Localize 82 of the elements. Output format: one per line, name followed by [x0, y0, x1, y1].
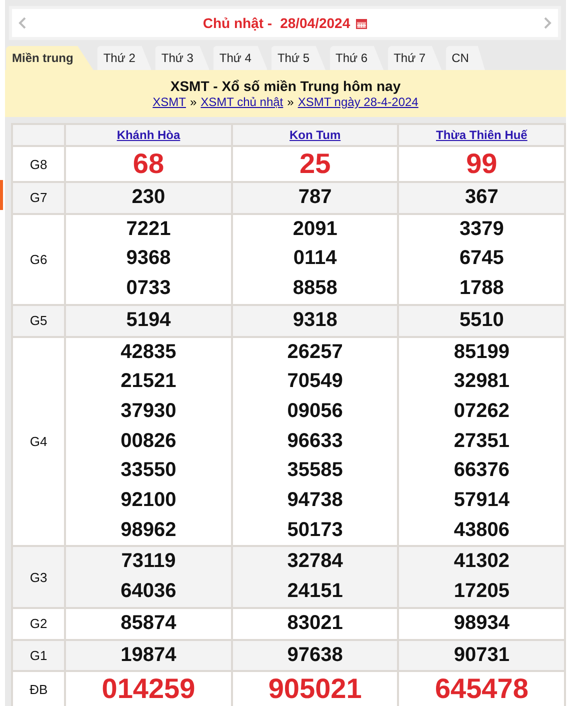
prize-label: G4	[12, 336, 66, 546]
lottery-number: 96633	[286, 428, 344, 454]
chevron-left-icon[interactable]	[18, 17, 26, 29]
day-tab[interactable]: Thứ 6	[330, 46, 384, 70]
lottery-number: 19874	[120, 642, 178, 668]
breadcrumb-separator: »	[190, 95, 197, 109]
lottery-number: 94738	[286, 488, 344, 514]
day-tab[interactable]: Thứ 2	[97, 46, 152, 70]
day-tab[interactable]: Miền trung	[6, 46, 94, 70]
lottery-number: 85874	[120, 610, 178, 636]
lottery-number: 905021	[267, 672, 363, 706]
lottery-number: 90731	[452, 642, 510, 668]
lottery-number: 00826	[120, 428, 178, 454]
lottery-number: 5510	[458, 308, 505, 333]
lottery-number: 73119	[120, 549, 177, 574]
lottery-number: 07262	[452, 398, 510, 424]
date-value[interactable]: 28/04/2024	[280, 15, 350, 31]
lottery-number: 32981	[452, 369, 510, 394]
lottery-number: 66376	[452, 458, 510, 484]
lottery-number: 2091	[292, 216, 338, 242]
lottery-number: 3379	[458, 216, 505, 242]
lottery-number: 645478	[434, 672, 530, 706]
prize-label: G7	[12, 182, 66, 214]
prize-label: G3	[12, 546, 66, 608]
breadcrumb-link[interactable]: XSMT	[152, 95, 186, 109]
lottery-number: 787	[297, 185, 333, 210]
province-link[interactable]: Kon Tum	[290, 128, 341, 142]
lottery-number: 367	[464, 185, 500, 210]
lottery-number: 7221	[125, 216, 172, 242]
chevron-right-icon[interactable]	[544, 17, 552, 29]
lottery-number: 98962	[120, 518, 178, 543]
breadcrumb-link[interactable]: XSMT ngày 28-4-2024	[298, 95, 418, 109]
lottery-number: 5194	[125, 308, 172, 333]
lottery-number: 25	[298, 147, 332, 181]
prize-label: G6	[12, 214, 66, 305]
lottery-number: 0114	[292, 246, 338, 272]
prize-label: ĐB	[12, 671, 66, 706]
lottery-number: 9318	[292, 308, 338, 333]
lottery-number: 230	[130, 185, 166, 210]
day-tab[interactable]: Thứ 3	[155, 46, 210, 70]
lottery-number: 33550	[120, 458, 178, 484]
results-title: XSMT - Xổ số miền Trung hôm nay	[169, 78, 402, 94]
prize-label: G5	[12, 304, 66, 337]
lottery-number: 35585	[286, 458, 344, 484]
lottery-number: 9368	[125, 246, 172, 272]
lottery-number: 57914	[452, 488, 510, 514]
lottery-number: 014259	[100, 672, 196, 706]
lottery-number: 8858	[292, 276, 338, 302]
lottery-number: 92100	[120, 488, 178, 514]
lottery-number: 70549	[286, 369, 344, 394]
breadcrumb-separator: »	[287, 95, 294, 109]
lottery-number: 41302	[452, 549, 510, 574]
lottery-number: 68	[132, 147, 166, 181]
lottery-number: 37930	[120, 398, 178, 424]
lottery-number: 24151	[286, 579, 344, 604]
lottery-number: 50173	[286, 518, 344, 543]
day-tab[interactable]: Thứ 7	[388, 46, 442, 70]
day-tab[interactable]: CN	[446, 46, 485, 70]
lottery-number: 27351	[452, 428, 510, 454]
breadcrumb-link[interactable]: XSMT chủ nhật	[200, 95, 284, 109]
lottery-number: 83021	[286, 610, 344, 636]
lottery-number: 97638	[286, 642, 344, 668]
sidebar-edge	[0, 180, 3, 210]
lottery-number: 1788	[458, 276, 505, 302]
lottery-number: 64036	[120, 579, 178, 604]
lottery-number: 99	[465, 147, 498, 181]
day-tab[interactable]: Thứ 5	[271, 46, 326, 70]
lottery-number: 09056	[286, 398, 344, 424]
lottery-number: 6745	[458, 246, 505, 272]
lottery-number: 0733	[125, 276, 172, 302]
lottery-number: 17205	[452, 579, 510, 604]
lottery-number: 85199	[452, 340, 510, 365]
lottery-number: 32784	[286, 549, 344, 574]
lottery-number: 26257	[286, 340, 344, 365]
calendar-icon[interactable]	[356, 18, 368, 28]
prize-label: G1	[12, 640, 66, 672]
lottery-number: 98934	[452, 610, 510, 636]
day-tab[interactable]: Thứ 4	[213, 46, 268, 70]
lottery-number: 43806	[452, 518, 510, 543]
lottery-number: 42835	[120, 340, 178, 365]
date-day: Chủ nhật -	[202, 15, 272, 31]
lottery-number: 21521	[120, 369, 178, 394]
